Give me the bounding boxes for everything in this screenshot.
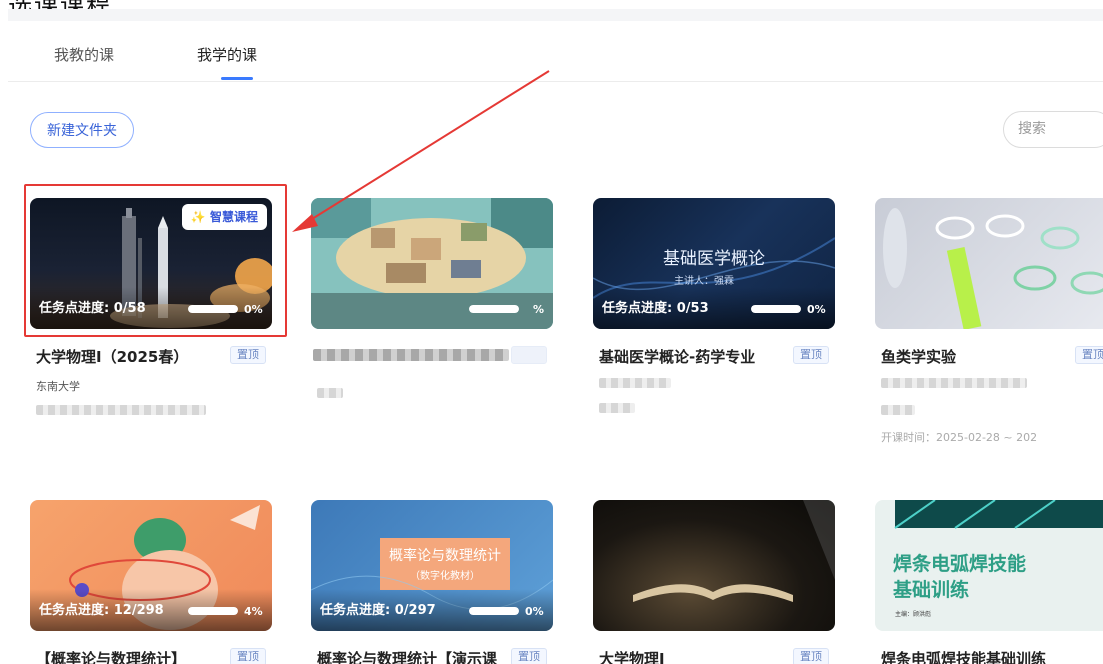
course-card-5[interactable]: 任务点进度: 12/298 4% 【概率论与数理统计】 置顶 [30,500,272,664]
progress-bar [751,305,801,313]
pin-button[interactable] [511,346,547,364]
search-input[interactable]: 搜索 [1003,111,1103,148]
progress-text: 任务点进度: 0/58 [39,301,146,316]
pin-button[interactable]: 置顶 [793,346,829,364]
page: 选课课程 我教的课 我学的课 新建文件夹 搜索 ✨ 智慧课程 任务点进度: 0/… [0,0,1103,664]
course-thumbnail[interactable]: ✨ 智慧课程 任务点进度: 0/58 0% [30,198,272,329]
blurred-text [599,403,635,413]
pin-button[interactable]: 置顶 [230,648,266,664]
progress-bar-fill [188,305,238,313]
tab-bar: 我教的课 我学的课 [8,36,1103,82]
course-thumbnail[interactable] [875,198,1103,329]
course-school: 东南大学 [36,380,80,393]
progress-bar [188,305,238,313]
pin-button[interactable]: 置顶 [1075,346,1103,364]
course-thumbnail[interactable] [593,500,835,631]
blurred-text [36,405,206,415]
progress-percent: % [533,303,545,316]
pin-button[interactable]: 置顶 [793,648,829,664]
blurred-text [881,405,915,415]
thumb-title: 基础医学概论 [663,249,765,269]
course-title[interactable]: 【概率论与数理统计】 [36,648,186,664]
thumb-subtitle: 主编：顾洪彪 [895,610,931,618]
progress-bar [469,607,519,615]
welding-cover-image: 焊条电弧焊技能 基础训练 主编：顾洪彪 [892,500,1103,618]
blurred-title [313,349,509,361]
blurred-text [317,388,343,398]
course-card-3[interactable]: 基础医学概论 主讲人：强霖 任务点进度: 0/53 0% 基础医学概论-药学专业… [593,198,835,413]
course-thumbnail[interactable]: 任务点进度: 12/298 4% [30,500,272,631]
new-folder-button[interactable]: 新建文件夹 [30,112,134,148]
course-title[interactable]: 大学物理Ⅰ [599,648,665,664]
open-book-image [633,500,835,602]
course-card-2[interactable]: % [311,198,553,398]
thumb-title-line2: 基础训练 [892,578,969,601]
tab-active-indicator [221,77,253,80]
course-thumbnail[interactable]: 概率论与数理统计 （数字化教材） 任务点进度: 0/297 0% [311,500,553,631]
pin-button[interactable]: 置顶 [511,648,547,664]
progress-bar [188,607,238,615]
course-title[interactable]: 大学物理Ⅰ（2025春） [36,346,188,367]
progress-text: 任务点进度: 0/53 [602,301,709,316]
course-card-8[interactable]: 焊条电弧焊技能 基础训练 主编：顾洪彪 焊条电弧焊技能基础训练 [875,500,1103,664]
course-title[interactable]: 焊条电弧焊技能基础训练 [881,648,1046,664]
thumb-subtitle: 主讲人：强霖 [674,274,734,287]
progress-bar [469,305,519,313]
top-strip [8,9,1103,21]
blurred-text [599,378,671,388]
course-dates: 开课时间：2025-02-28 ~ 202 [881,431,1038,444]
blurred-text [881,378,1027,388]
course-title[interactable]: 概率论与数理统计【演示课 [317,648,497,664]
course-title[interactable]: 鱼类学实验 [881,346,956,367]
course-card-1[interactable]: ✨ 智慧课程 任务点进度: 0/58 0% 大学物理Ⅰ（2025春） 置顶 东南… [30,198,272,415]
progress-percent: 0% [525,605,544,618]
progress-bar-fill [751,305,801,313]
course-thumbnail[interactable]: 基础医学概论 主讲人：强霖 任务点进度: 0/53 0% [593,198,835,329]
tab-my-teaching[interactable]: 我教的课 [54,44,114,65]
course-title[interactable]: 基础医学概论-药学专业 [599,346,755,367]
progress-percent: 4% [244,605,263,618]
course-card-6[interactable]: 概率论与数理统计 （数字化教材） 任务点进度: 0/297 0% 概率论与数理统… [311,500,553,664]
progress-text: 任务点进度: 0/297 [320,603,436,618]
pin-button[interactable]: 置顶 [230,346,266,364]
course-thumbnail[interactable]: 焊条电弧焊技能 基础训练 主编：顾洪彪 [875,500,1103,631]
progress-bar-fill [469,305,519,313]
progress-bar-fill [469,607,519,615]
course-thumbnail[interactable]: % [311,198,553,329]
thumb-title: 概率论与数理统计 [389,547,501,564]
smart-course-badge: ✨ 智慧课程 [181,204,267,230]
test-tubes-image [883,208,1103,329]
course-card-4[interactable]: 鱼类学实验 置顶 开课时间：2025-02-28 ~ 202 [875,198,1103,444]
thumb-title-line1: 焊条电弧焊技能 [893,552,1026,575]
course-card-7[interactable]: 大学物理Ⅰ 置顶 [593,500,835,664]
progress-percent: 0% [807,303,826,316]
progress-text: 任务点进度: 12/298 [39,603,164,618]
tab-my-learning[interactable]: 我学的课 [197,44,257,65]
thumb-subtitle: （数字化教材） [410,569,480,582]
progress-percent: 0% [244,303,263,316]
progress-bar-fill [188,607,238,615]
